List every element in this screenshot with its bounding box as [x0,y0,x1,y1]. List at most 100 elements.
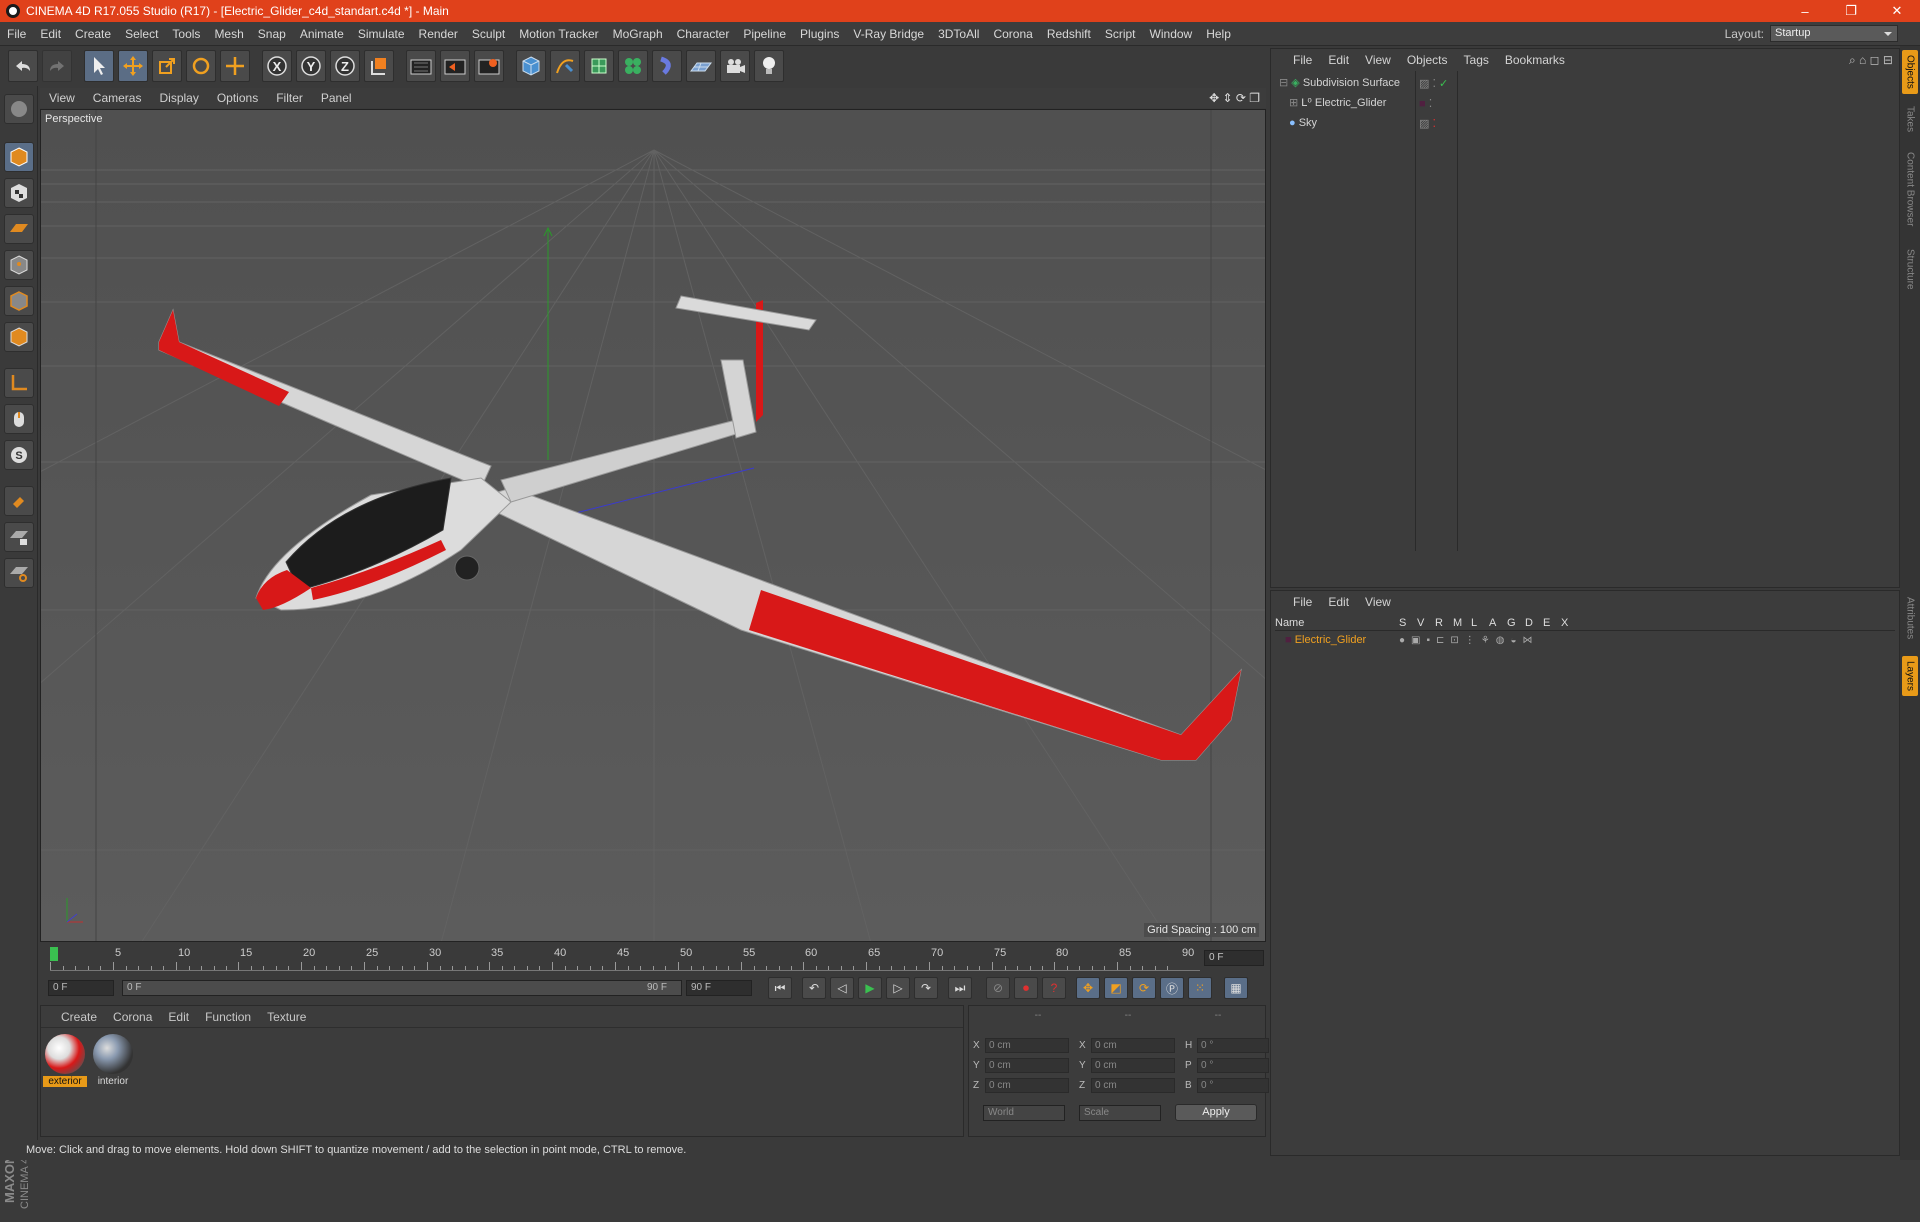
playhead[interactable] [50,947,58,961]
current-frame-field[interactable]: 0 F [1204,950,1264,966]
size-z-field[interactable]: 0 cm [1091,1078,1175,1093]
tweak-mode-icon[interactable] [4,404,34,434]
magnet-icon[interactable] [4,486,34,516]
menu-help[interactable]: Help [1199,27,1238,41]
move-icon[interactable] [118,50,148,82]
x-axis-icon[interactable]: X [262,50,292,82]
cloner-icon[interactable] [618,50,648,82]
mat-menu-corona[interactable]: Corona [105,1010,160,1024]
rotation-h-field[interactable]: 0 ° [1197,1038,1269,1053]
undo-icon[interactable] [8,50,38,82]
floor-icon[interactable] [686,50,716,82]
menu-plugins[interactable]: Plugins [793,27,846,41]
redo-icon[interactable] [42,50,72,82]
menu-edit[interactable]: Edit [33,27,68,41]
tab-takes[interactable]: Takes [1902,102,1918,136]
layer-toggle-icons[interactable]: ●▣▪⊏⊡⋮⚘◍◒⋈ [1399,635,1539,646]
subdivision-icon[interactable] [584,50,614,82]
material-exterior[interactable]: exterior [43,1032,87,1090]
menu-sculpt[interactable]: Sculpt [465,27,512,41]
object-row[interactable]: ⊟ ◈ Subdivision Surface ▨ ⁚ ✓ [1271,73,1901,93]
next-keyframe-icon[interactable]: ↷ [914,977,938,999]
tab-layers[interactable]: Layers [1902,656,1918,696]
viewport-nav-icons[interactable]: ✥ ⇕ ⟳ ❐ [1209,91,1260,105]
light-icon[interactable] [754,50,784,82]
menu-select[interactable]: Select [118,27,165,41]
material-interior[interactable]: interior [91,1032,135,1090]
record-icon[interactable]: ⏺ [1014,977,1038,999]
play-icon[interactable]: ▶ [858,977,882,999]
model-mode-icon[interactable] [4,142,34,172]
viewport-menu-display[interactable]: Display [150,91,207,105]
make-editable-icon[interactable] [4,94,34,124]
rotation-b-field[interactable]: 0 ° [1197,1078,1269,1093]
keyframe-selection-icon[interactable]: ⊘ [986,977,1010,999]
key-pla-icon[interactable]: ⁙ [1188,977,1212,999]
close-button[interactable]: ✕ [1874,0,1920,22]
minimize-button[interactable]: – [1782,0,1828,22]
menu-motion-tracker[interactable]: Motion Tracker [512,27,605,41]
key-scale-icon[interactable]: ◩ [1104,977,1128,999]
coordinate-system-icon[interactable] [364,50,394,82]
z-axis-icon[interactable]: Z [330,50,360,82]
mat-menu-texture[interactable]: Texture [259,1010,314,1024]
mat-menu-create[interactable]: Create [53,1010,105,1024]
menu-animate[interactable]: Animate [293,27,351,41]
axis-mode-icon[interactable] [4,368,34,398]
menu-script[interactable]: Script [1098,27,1143,41]
key-position-icon[interactable]: ✥ [1076,977,1100,999]
layer-menu-view[interactable]: View [1357,595,1399,609]
viewport-perspective[interactable]: Perspective Grid Spacing : 100 cm [40,109,1266,942]
obj-menu-edit[interactable]: Edit [1320,53,1357,67]
menu-3dtoall[interactable]: 3DToAll [931,27,986,41]
tab-objects[interactable]: Objects [1902,50,1918,94]
frame-range-slider[interactable]: 0 F 90 F [122,980,682,996]
menu-character[interactable]: Character [670,27,737,41]
workplane-icon[interactable] [4,214,34,244]
position-x-field[interactable]: 0 cm [985,1038,1069,1053]
render-picture-viewer-icon[interactable] [440,50,470,82]
layout-dropdown[interactable]: Startup [1770,25,1898,42]
size-x-field[interactable]: 0 cm [1091,1038,1175,1053]
position-z-field[interactable]: 0 cm [985,1078,1069,1093]
layer-menu-file[interactable]: File [1285,595,1320,609]
points-mode-icon[interactable] [4,250,34,280]
live-select-icon[interactable] [220,50,250,82]
scale-dropdown[interactable]: Scale [1079,1104,1161,1121]
prev-frame-icon[interactable]: ◁ [830,977,854,999]
lock-workplane-icon[interactable] [4,522,34,552]
planar-workplane-icon[interactable] [4,558,34,588]
render-view-icon[interactable] [406,50,436,82]
position-y-field[interactable]: 0 cm [985,1058,1069,1073]
scale-icon[interactable] [152,50,182,82]
rotation-p-field[interactable]: 0 ° [1197,1058,1269,1073]
key-rotation-icon[interactable]: ⟳ [1132,977,1156,999]
object-flags[interactable]: ▨ ⁚ ✓ [1419,77,1448,90]
viewport-menu-view[interactable]: View [40,91,84,105]
obj-menu-bookmarks[interactable]: Bookmarks [1497,53,1573,67]
menu-render[interactable]: Render [412,27,465,41]
menu-window[interactable]: Window [1143,27,1200,41]
object-flags[interactable]: ▨ ⁚ [1419,117,1436,130]
start-frame-field[interactable]: 0 F [48,980,114,996]
menu-corona[interactable]: Corona [986,27,1039,41]
next-frame-icon[interactable]: ▷ [886,977,910,999]
world-dropdown[interactable]: World [983,1104,1065,1121]
goto-start-icon[interactable]: ⏮ [768,977,792,999]
layer-menu-edit[interactable]: Edit [1320,595,1357,609]
viewport-menu-options[interactable]: Options [208,91,267,105]
mat-menu-edit[interactable]: Edit [160,1010,197,1024]
key-parameter-icon[interactable]: Ⓟ [1160,977,1184,999]
timeline-window-icon[interactable]: ▦ [1224,977,1248,999]
menu-mesh[interactable]: Mesh [207,27,250,41]
obj-menu-tags[interactable]: Tags [1456,53,1497,67]
maximize-button[interactable]: ❐ [1828,0,1874,22]
viewport-menu-panel[interactable]: Panel [312,91,361,105]
viewport-menu-filter[interactable]: Filter [267,91,312,105]
prev-keyframe-icon[interactable]: ↶ [802,977,826,999]
object-row[interactable]: ⊞ L⁰ Electric_Glider ■ ⁚ [1271,93,1901,113]
tab-attributes[interactable]: Attributes [1902,588,1918,648]
polygons-mode-icon[interactable] [4,322,34,352]
menu-tools[interactable]: Tools [165,27,207,41]
snap-icon[interactable]: S [4,440,34,470]
